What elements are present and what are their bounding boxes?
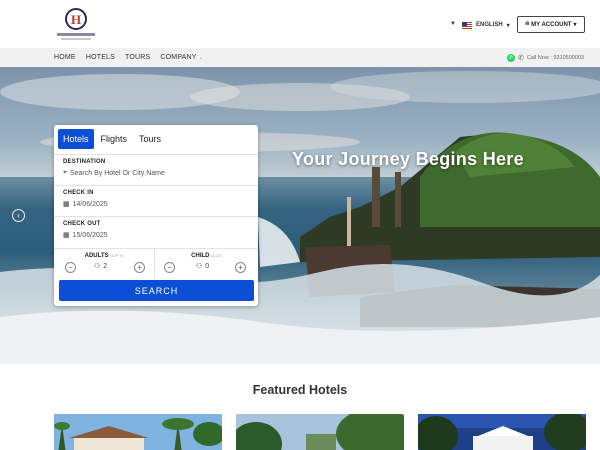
calendar-icon: ▦ [63,201,70,208]
map-pin-icon: ⌖ [63,169,67,176]
adults-hint: (12+ Y) [110,253,124,258]
logo-tagline [61,38,91,40]
hotel-card[interactable] [418,414,586,450]
chevron-down-icon: ⌄ [198,55,204,61]
my-account-button[interactable]: ⍝ MY ACCOUNT ▾ [517,16,585,33]
checkin-field[interactable]: CHECK IN ▦ 14/06/2025 [54,185,258,216]
language-selector[interactable]: ENGLISH ▾ [462,19,510,31]
logo-mark: H [65,8,87,30]
guest-counters: ADULTS (12+ Y) − ⚇ 2 + CHILD (2-12) − ⚇ … [54,248,258,279]
logo-wordmark [57,33,95,36]
site-header: H ▼ ENGLISH ▾ ⍝ MY ACCOUNT ▾ [0,0,600,48]
hotel-image [236,414,404,450]
calendar-icon: ▦ [63,232,70,239]
chevron-down-icon: ▾ [573,22,577,28]
child-value: 0 [205,262,210,270]
person-icon: ⚇ [94,263,101,270]
child-counter: CHILD (2-12) − ⚇ 0 + [156,249,257,279]
phone-icon: ✆ [517,54,524,62]
us-flag-icon [462,21,472,29]
search-tabs: Hotels Flights Tours [58,129,166,149]
hotel-card[interactable] [54,414,222,450]
adults-increment-button[interactable]: + [134,262,145,273]
child-increment-button[interactable]: + [235,262,246,273]
hotel-card[interactable] [236,414,404,450]
featured-hotels-title: Featured Hotels [252,383,348,397]
tab-flights[interactable]: Flights [96,129,133,149]
nav-tours[interactable]: TOURS [125,54,150,61]
checkin-input[interactable]: 14/06/2025 [73,201,108,208]
caret-down-icon[interactable]: ▼ [450,21,456,27]
checkout-input[interactable]: 15/06/2025 [73,232,108,239]
contact-info[interactable]: ✆ ✆ Call Now : 9310500003 [506,48,584,67]
user-icon: ⍝ [525,21,530,27]
hero-title: Your Journey Begins Here [292,149,524,169]
chevron-down-icon: ▾ [506,22,510,29]
whatsapp-icon[interactable]: ✆ [506,53,515,62]
destination-input[interactable]: Search By Hotel Or City Name [70,170,165,177]
hotel-image [418,414,586,450]
hotel-image [54,414,222,450]
search-button[interactable]: SEARCH [59,280,254,301]
brand-logo[interactable]: H [57,6,95,40]
search-widget: Hotels Flights Tours DESTINATION ⌖ Searc… [54,125,258,306]
nav-company[interactable]: COMPANY ⌄ [160,54,203,61]
adults-label: ADULTS [84,253,109,259]
main-nav: HOME HOTELS TOURS COMPANY ⌄ ✆ ✆ Call Now… [0,48,600,67]
checkout-label: CHECK OUT [63,221,101,227]
contact-text: Call Now : 9310500003 [526,54,584,61]
carousel-prev-button[interactable]: ‹ [12,209,25,222]
adults-value: 2 [103,262,108,270]
checkout-field[interactable]: CHECK OUT ▦ 15/06/2025 [54,216,258,248]
nav-hotels[interactable]: HOTELS [86,54,115,61]
person-icon: ⚇ [196,263,203,270]
adults-decrement-button[interactable]: − [65,262,76,273]
checkin-label: CHECK IN [63,190,94,196]
child-label: CHILD [191,253,210,259]
tab-hotels[interactable]: Hotels [58,129,94,149]
nav-home[interactable]: HOME [54,54,76,61]
adults-counter: ADULTS (12+ Y) − ⚇ 2 + [54,249,155,279]
tab-tours[interactable]: Tours [134,129,166,149]
language-label: ENGLISH [476,22,503,28]
child-hint: (2-12) [211,253,222,258]
destination-label: DESTINATION [63,159,106,165]
my-account-label: MY ACCOUNT [531,21,572,28]
destination-field[interactable]: DESTINATION ⌖ Search By Hotel Or City Na… [54,154,258,185]
child-decrement-button[interactable]: − [164,262,175,273]
